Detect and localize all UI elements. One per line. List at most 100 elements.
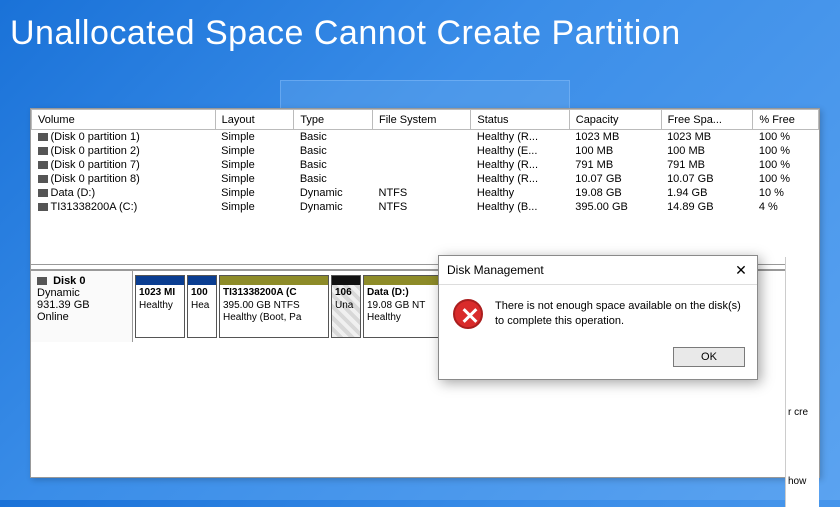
table-cell: 100 %	[753, 144, 819, 158]
table-cell: (Disk 0 partition 1)	[32, 130, 216, 145]
partition-text: 100Hea	[188, 285, 216, 314]
ok-button[interactable]: OK	[673, 347, 745, 367]
cut-text-1: r cre	[786, 407, 819, 418]
table-cell	[373, 130, 471, 145]
table-cell: 100 %	[753, 130, 819, 145]
partition-stripe	[332, 276, 360, 285]
table-row[interactable]: (Disk 0 partition 2)SimpleBasic Healthy (…	[32, 144, 819, 158]
partition-block[interactable]: 106Una	[331, 275, 361, 338]
table-cell: (Disk 0 partition 8)	[32, 172, 216, 186]
table-cell: Simple	[215, 186, 294, 200]
disk-size: 931.39 GB	[37, 299, 90, 311]
table-row[interactable]: (Disk 0 partition 7)SimpleBasic Healthy (…	[32, 158, 819, 172]
table-cell: 10.07 GB	[569, 172, 661, 186]
table-cell: Healthy (R...	[471, 158, 569, 172]
table-cell: 4 %	[753, 200, 819, 214]
table-cell: Healthy	[471, 186, 569, 200]
table-cell: Healthy (B...	[471, 200, 569, 214]
page-title: Unallocated Space Cannot Create Partitio…	[0, 0, 840, 61]
volume-icon	[38, 189, 48, 197]
table-cell: 100 MB	[569, 144, 661, 158]
table-cell: Dynamic	[294, 200, 373, 214]
table-cell: NTFS	[373, 186, 471, 200]
table-cell: 100 %	[753, 158, 819, 172]
column-header[interactable]: Free Spa...	[661, 110, 753, 130]
column-header[interactable]: File System	[373, 110, 471, 130]
disk-name: Disk 0	[53, 275, 85, 287]
table-cell: 100 MB	[661, 144, 753, 158]
dialog-title: Disk Management	[447, 263, 544, 277]
table-cell: Healthy (E...	[471, 144, 569, 158]
partition-block[interactable]: 100Hea	[187, 275, 217, 338]
table-cell: 14.89 GB	[661, 200, 753, 214]
partition-stripe	[364, 276, 438, 285]
table-cell: TI31338200A (C:)	[32, 200, 216, 214]
table-cell: (Disk 0 partition 2)	[32, 144, 216, 158]
partition-stripe	[220, 276, 328, 285]
table-cell: Healthy (R...	[471, 130, 569, 145]
table-cell: 791 MB	[569, 158, 661, 172]
column-header[interactable]: Layout	[215, 110, 294, 130]
table-row[interactable]: Data (D:)SimpleDynamicNTFSHealthy19.08 G…	[32, 186, 819, 200]
disk-type: Dynamic	[37, 287, 80, 299]
partition-block[interactable]: 1023 MIHealthy	[135, 275, 185, 338]
table-cell: Simple	[215, 200, 294, 214]
partition-stripe	[136, 276, 184, 285]
table-row[interactable]: (Disk 0 partition 1)SimpleBasic Healthy (…	[32, 130, 819, 145]
table-row[interactable]: (Disk 0 partition 8)SimpleBasic Healthy (…	[32, 172, 819, 186]
table-cell	[373, 158, 471, 172]
table-cell: (Disk 0 partition 7)	[32, 158, 216, 172]
table-cell: Dynamic	[294, 186, 373, 200]
cutoff-panel: r cre how	[785, 257, 819, 507]
table-cell: Healthy (R...	[471, 172, 569, 186]
table-cell: Data (D:)	[32, 186, 216, 200]
table-cell: 10.07 GB	[661, 172, 753, 186]
dialog-titlebar[interactable]: Disk Management ✕	[439, 256, 757, 284]
partition-block[interactable]: TI31338200A (C395.00 GB NTFSHealthy (Boo…	[219, 275, 329, 338]
table-cell: Simple	[215, 158, 294, 172]
table-cell	[373, 144, 471, 158]
partition-text: TI31338200A (C395.00 GB NTFSHealthy (Boo…	[220, 285, 328, 327]
table-cell: 100 %	[753, 172, 819, 186]
column-header[interactable]: % Free	[753, 110, 819, 130]
table-cell: 791 MB	[661, 158, 753, 172]
table-cell: 1.94 GB	[661, 186, 753, 200]
volume-icon	[38, 133, 48, 141]
table-cell: Basic	[294, 130, 373, 145]
partition-text: 1023 MIHealthy	[136, 285, 184, 314]
volume-icon	[38, 147, 48, 155]
error-icon	[453, 299, 483, 329]
partition-text: 106Una	[332, 285, 360, 314]
table-row[interactable]: TI31338200A (C:)SimpleDynamicNTFSHealthy…	[32, 200, 819, 214]
close-icon[interactable]: ✕	[733, 262, 749, 278]
dialog-message: There is not enough space available on t…	[495, 299, 743, 329]
table-cell: Basic	[294, 144, 373, 158]
volume-icon	[38, 161, 48, 169]
table-cell: Basic	[294, 172, 373, 186]
table-cell: 395.00 GB	[569, 200, 661, 214]
volume-icon	[38, 203, 48, 211]
partition-stripe	[188, 276, 216, 285]
disk-state: Online	[37, 311, 69, 323]
partition-text: Data (D:)19.08 GB NTHealthy	[364, 285, 438, 327]
table-cell: Simple	[215, 130, 294, 145]
column-header[interactable]: Status	[471, 110, 569, 130]
table-cell: NTFS	[373, 200, 471, 214]
table-cell: Simple	[215, 172, 294, 186]
cut-text-2: how	[786, 476, 819, 487]
volume-icon	[38, 175, 48, 183]
table-cell: 1023 MB	[569, 130, 661, 145]
column-header[interactable]: Volume	[32, 110, 216, 130]
table-cell: Basic	[294, 158, 373, 172]
column-header[interactable]: Type	[294, 110, 373, 130]
table-cell: Simple	[215, 144, 294, 158]
partition-block[interactable]: Data (D:)19.08 GB NTHealthy	[363, 275, 439, 338]
table-cell: 10 %	[753, 186, 819, 200]
table-cell: 19.08 GB	[569, 186, 661, 200]
table-cell: 1023 MB	[661, 130, 753, 145]
volume-table: VolumeLayoutTypeFile SystemStatusCapacit…	[31, 109, 819, 214]
disk-icon	[37, 277, 47, 285]
error-dialog: Disk Management ✕ There is not enough sp…	[438, 255, 758, 380]
column-header[interactable]: Capacity	[569, 110, 661, 130]
disk-label-panel: Disk 0 Dynamic 931.39 GB Online	[31, 271, 133, 342]
